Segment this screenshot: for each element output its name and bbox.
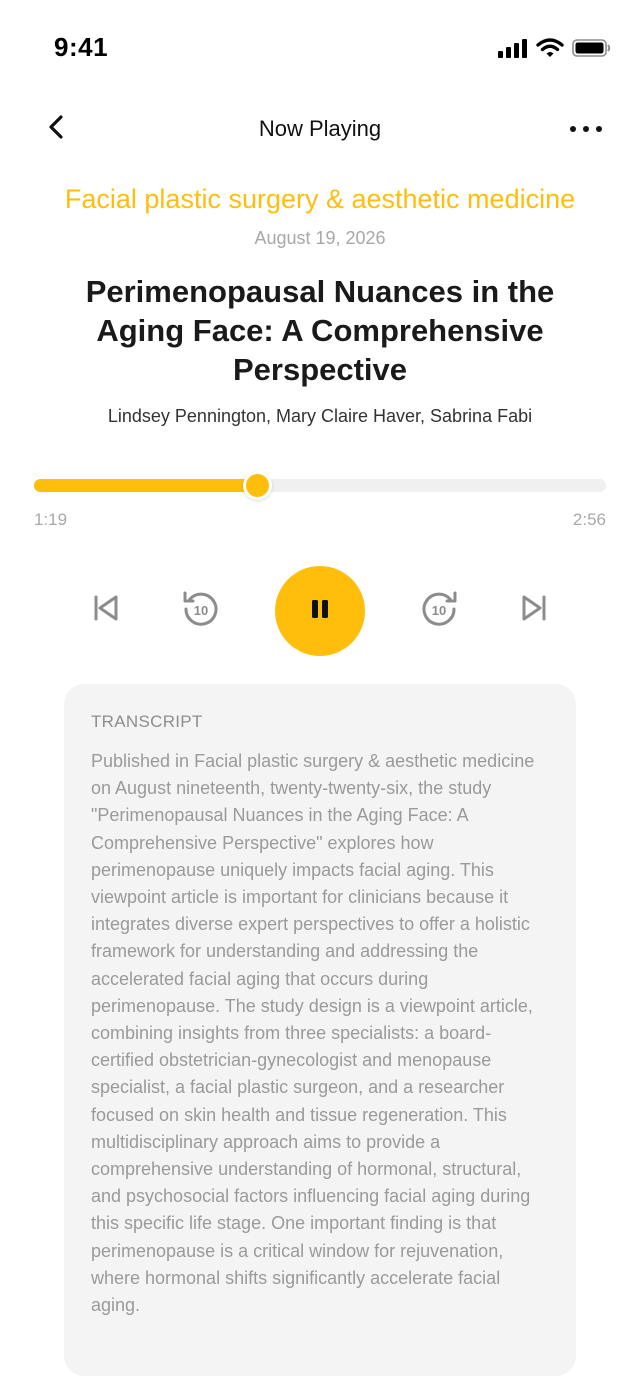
next-button[interactable] [514,590,554,630]
transcript-text: Published in Facial plastic surgery & ae… [91,751,535,1316]
playback-controls: 10 10 [0,566,640,656]
progress-bar[interactable] [34,471,606,500]
skip-next-icon [519,593,549,628]
episode-title: Perimenopausal Nuances in the Aging Face… [85,274,555,387]
rewind-10-button[interactable]: 10 [180,590,220,630]
status-bar: 9:41 [0,0,640,96]
svg-text:10: 10 [194,603,208,618]
forward-10-button[interactable]: 10 [420,590,460,630]
progress-thumb[interactable] [243,471,273,500]
status-icons [498,38,612,63]
more-options-button[interactable] [566,112,606,146]
svg-text:10: 10 [432,603,446,618]
page-title: Now Playing [258,116,382,141]
nav-bar: Now Playing [0,104,640,154]
battery-icon [572,38,612,63]
journal-name: Facial plastic surgery & aesthetic medic… [64,184,576,214]
authors: Lindsey Pennington, Mary Claire Haver, S… [107,406,533,426]
publication-date: August 19, 2026 [254,228,386,248]
pause-icon [309,598,331,625]
more-horizontal-icon [569,120,603,138]
cellular-signal-icon [498,38,528,63]
previous-button[interactable] [86,590,126,630]
transcript-panel[interactable]: TRANSCRIPT Published in Facial plastic s… [64,684,576,1376]
wifi-icon [536,38,564,63]
rewind-10-icon: 10 [181,589,219,632]
pause-button[interactable] [275,566,365,656]
status-time: 9:41 [54,32,109,62]
transcript-heading: TRANSCRIPT [91,712,203,731]
forward-10-icon: 10 [421,589,459,632]
elapsed-time: 1:19 [34,510,68,529]
total-time: 2:56 [572,510,606,529]
progress-fill [34,479,258,492]
skip-previous-icon [91,593,121,628]
